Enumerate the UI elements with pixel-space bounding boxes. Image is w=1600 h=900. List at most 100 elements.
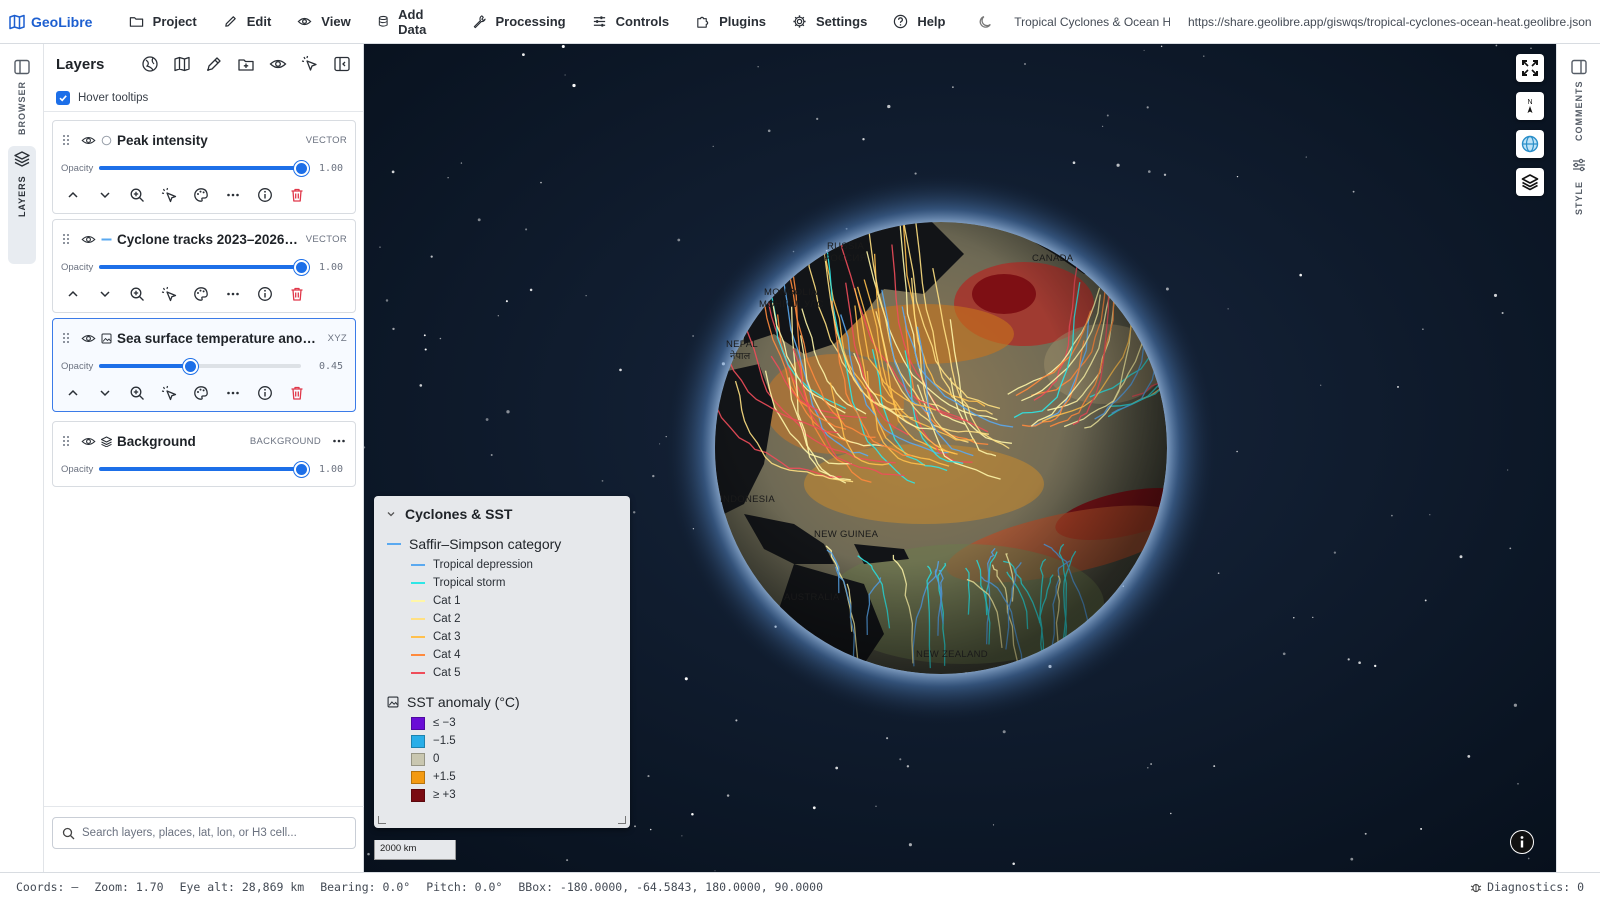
info-circle-icon[interactable]	[257, 187, 273, 203]
slider-thumb[interactable]	[182, 359, 198, 374]
layers-stack-icon[interactable]	[13, 150, 31, 168]
menu-processing[interactable]: Processing	[459, 0, 579, 44]
legend-header[interactable]: Cyclones & SST	[374, 496, 630, 532]
chevron-down-icon[interactable]	[386, 509, 396, 519]
chevron-up-icon[interactable]	[65, 187, 81, 203]
chevron-down-icon[interactable]	[97, 187, 113, 203]
grip-icon[interactable]	[61, 232, 71, 246]
palette-icon[interactable]	[193, 286, 209, 302]
search-box[interactable]	[52, 817, 356, 849]
identify-icon[interactable]	[161, 187, 177, 203]
hover-tooltips-row[interactable]: Hover tooltips	[44, 84, 363, 112]
layer-card[interactable]: Cyclone tracks 2023–2026 (IBTrACS) VECTOR…	[52, 219, 356, 313]
chevron-up-icon[interactable]	[65, 286, 81, 302]
style-sliders-icon[interactable]	[1570, 156, 1588, 174]
zoom-to-icon[interactable]	[129, 286, 145, 302]
legend-resize-handle-left[interactable]	[378, 816, 386, 824]
more-icon[interactable]	[225, 385, 241, 401]
layer-name[interactable]: Cyclone tracks 2023–2026 (IBTrACS)	[117, 232, 300, 247]
chevron-up-icon[interactable]	[65, 385, 81, 401]
visibility-icon[interactable]	[269, 55, 287, 73]
globe-icon[interactable]	[141, 55, 159, 73]
layer-card[interactable]: Background BACKGROUND Opacity 1.00	[52, 421, 356, 487]
legend-item: ≤ −3	[374, 714, 630, 732]
more-icon[interactable]	[225, 187, 241, 203]
share-url[interactable]: https://share.geolibre.app/giswqs/tropic…	[1188, 15, 1600, 29]
hover-tooltips-checkbox[interactable]	[56, 90, 70, 105]
opacity-slider[interactable]	[99, 161, 309, 176]
slider-thumb[interactable]	[294, 161, 309, 176]
palette-icon[interactable]	[193, 187, 209, 203]
info-circle-icon[interactable]	[257, 286, 273, 302]
visibility-icon[interactable]	[81, 133, 96, 148]
opacity-slider[interactable]	[99, 260, 309, 275]
add-folder-icon[interactable]	[237, 55, 255, 73]
sidebar-toggle-icon[interactable]	[13, 58, 31, 76]
identify-icon[interactable]	[161, 385, 177, 401]
map-legend[interactable]: Cyclones & SST Saffir–Simpson category Tr…	[374, 496, 630, 828]
chevron-down-icon[interactable]	[97, 286, 113, 302]
palette-icon[interactable]	[193, 385, 209, 401]
draw-icon[interactable]	[205, 55, 223, 73]
info-circle-icon[interactable]	[257, 385, 273, 401]
layer-name[interactable]: Sea surface temperature anomaly	[117, 331, 322, 346]
legend-group: SST anomaly (°C)	[374, 690, 630, 714]
layer-name[interactable]: Peak intensity	[117, 133, 300, 148]
opacity-slider[interactable]	[99, 359, 301, 374]
label-russia: RUSSIA	[827, 241, 865, 252]
diagnostics-button[interactable]: Diagnostics: 0	[1470, 880, 1584, 894]
moon-icon[interactable]	[978, 14, 994, 30]
slider-thumb[interactable]	[294, 462, 309, 477]
opacity-slider[interactable]	[99, 462, 309, 477]
trash-icon[interactable]	[289, 187, 305, 203]
star	[566, 859, 569, 862]
menu-settings[interactable]: Settings	[779, 0, 880, 44]
app-logo[interactable]: GeoLibre	[9, 14, 102, 30]
globe-projection-button[interactable]	[1516, 130, 1544, 158]
right-sidebar-toggle-icon[interactable]	[1570, 58, 1588, 76]
identify-icon[interactable]	[161, 286, 177, 302]
fullscreen-button[interactable]	[1516, 54, 1544, 82]
menu-help[interactable]: Help	[880, 0, 958, 44]
project-title[interactable]: Tropical Cyclones & Ocean Heat	[1014, 15, 1170, 29]
visibility-icon[interactable]	[81, 434, 96, 449]
visibility-icon[interactable]	[81, 331, 96, 346]
rail-tab-comments[interactable]: COMMENTS	[1567, 80, 1591, 142]
menu-project[interactable]: Project	[116, 0, 210, 44]
menu-plugins[interactable]: Plugins	[682, 0, 779, 44]
map-view[interactable]: RUSSIA РОССИЯ CANADA MONGOLIA МОНГОЛ УЛС…	[364, 44, 1556, 872]
compass-button[interactable]: N	[1516, 92, 1544, 120]
menu-edit[interactable]: Edit	[210, 0, 285, 44]
pick-icon[interactable]	[301, 55, 319, 73]
rail-tab-style[interactable]: STYLE	[1567, 178, 1591, 218]
zoom-to-icon[interactable]	[129, 187, 145, 203]
legend-item-label: Tropical depression	[433, 559, 533, 571]
chevron-down-icon[interactable]	[97, 385, 113, 401]
trash-icon[interactable]	[289, 385, 305, 401]
menu-view[interactable]: View	[284, 0, 363, 44]
visibility-icon[interactable]	[81, 232, 96, 247]
more-icon[interactable]	[331, 433, 347, 449]
rail-tab-layers[interactable]: LAYERS	[10, 172, 34, 220]
grip-icon[interactable]	[61, 331, 71, 345]
trash-icon[interactable]	[289, 286, 305, 302]
zoom-to-icon[interactable]	[129, 385, 145, 401]
star	[1424, 599, 1427, 602]
layer-name[interactable]: Background	[117, 434, 244, 449]
legend-resize-handle-right[interactable]	[618, 816, 626, 824]
grip-icon[interactable]	[61, 434, 71, 448]
basemap-layers-button[interactable]	[1516, 168, 1544, 196]
slider-thumb[interactable]	[294, 260, 309, 275]
menu-add-data[interactable]: Add Data	[364, 0, 459, 44]
search-input[interactable]	[82, 827, 342, 839]
layer-card[interactable]: Sea surface temperature anomaly XYZ Opacit…	[52, 318, 356, 412]
panel-collapse-icon[interactable]	[333, 55, 351, 73]
layer-card[interactable]: Peak intensity VECTOR Opacity 1.00	[52, 120, 356, 214]
attribution-button[interactable]	[1510, 830, 1534, 854]
map-icon[interactable]	[173, 55, 191, 73]
rail-tab-browser[interactable]: BROWSER	[10, 80, 34, 136]
menu-controls[interactable]: Controls	[579, 0, 682, 44]
star	[1364, 832, 1367, 835]
grip-icon[interactable]	[61, 133, 71, 147]
more-icon[interactable]	[225, 286, 241, 302]
